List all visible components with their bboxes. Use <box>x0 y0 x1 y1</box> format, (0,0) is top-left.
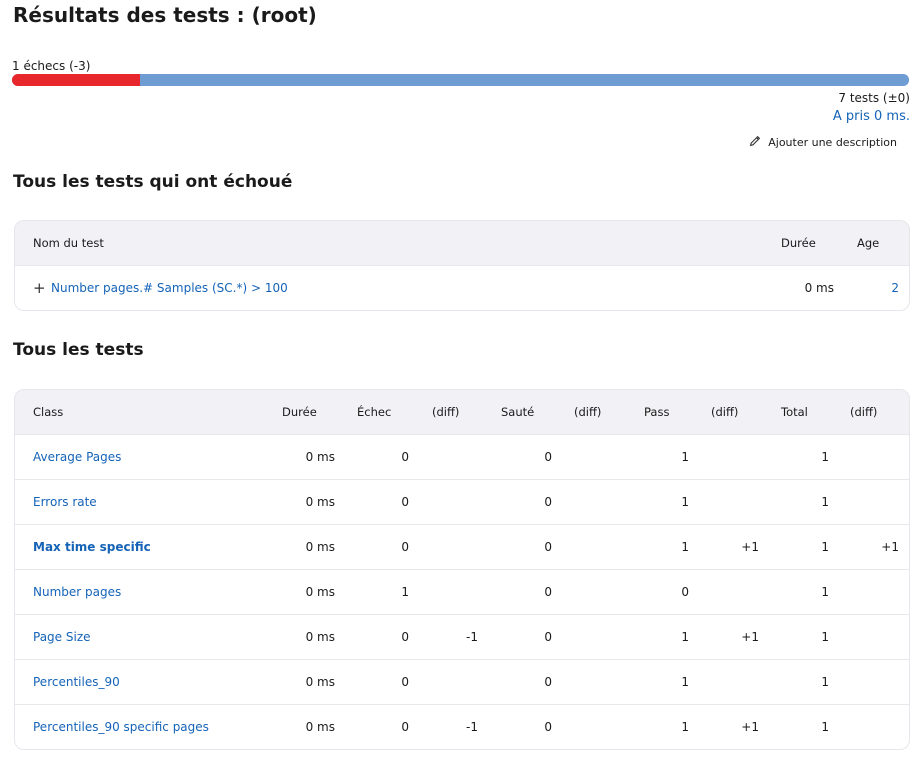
header-pass[interactable]: Pass <box>644 390 669 434</box>
class-link[interactable]: Percentiles_90 <box>33 660 120 704</box>
table-row: Percentiles_90 specific pages 0 ms 0 -1 0 1 +1… <box>15 704 909 749</box>
skip-count: 0 <box>544 630 552 644</box>
pass-diff: +1 <box>741 540 759 554</box>
table-row: + Number pages.# Samples (SC.*) > 100 0 ms… <box>15 265 909 310</box>
fail-diff: -1 <box>466 720 478 734</box>
pencil-icon <box>748 134 762 151</box>
pass-count: 1 <box>681 540 689 554</box>
add-description-button[interactable]: Ajouter une description <box>748 134 897 151</box>
table-row: Average Pages 0 ms 0 0 1 1 <box>15 434 909 479</box>
fail-count: 0 <box>401 495 409 509</box>
header-duration[interactable]: Durée <box>282 390 317 434</box>
total-count: 1 <box>821 720 829 734</box>
progress-bar-passed-segment <box>140 74 909 86</box>
pass-count: 1 <box>681 450 689 464</box>
header-total[interactable]: Total <box>781 390 808 434</box>
pass-count: 1 <box>681 675 689 689</box>
failed-tests-heading: Tous les tests qui ont échoué <box>13 172 293 192</box>
fail-count: 0 <box>401 540 409 554</box>
fail-count: 0 <box>401 630 409 644</box>
table-row: Percentiles_90 0 ms 0 0 1 1 <box>15 659 909 704</box>
pass-count: 1 <box>681 630 689 644</box>
header-age[interactable]: Age <box>857 221 879 265</box>
header-class[interactable]: Class <box>33 390 63 434</box>
duration-value: 0 ms <box>305 585 335 599</box>
total-count: 1 <box>821 630 829 644</box>
duration-value: 0 ms <box>305 495 335 509</box>
table-row: Number pages 0 ms 1 0 0 1 <box>15 569 909 614</box>
header-skip[interactable]: Sauté <box>501 390 534 434</box>
header-fail[interactable]: Échec <box>357 390 391 434</box>
fail-count: 1 <box>401 585 409 599</box>
table-row: Page Size 0 ms 0 -1 0 1 +1 1 <box>15 614 909 659</box>
expand-icon[interactable]: + <box>33 266 46 310</box>
skip-count: 0 <box>544 720 552 734</box>
total-count: 1 <box>821 585 829 599</box>
total-count: 1 <box>821 495 829 509</box>
duration-value: 0 ms <box>305 450 335 464</box>
header-duration[interactable]: Durée <box>781 221 816 265</box>
page-title: Résultats des tests : (root) <box>13 3 317 27</box>
class-link[interactable]: Number pages <box>33 570 121 614</box>
fail-summary: 1 échecs (-3) <box>12 59 91 73</box>
skip-count: 0 <box>544 540 552 554</box>
add-description-label: Ajouter une description <box>768 136 897 149</box>
skip-count: 0 <box>544 450 552 464</box>
test-results-progress-bar <box>12 74 909 86</box>
total-count: 1 <box>821 450 829 464</box>
header-total-diff[interactable]: (diff) <box>850 390 877 434</box>
duration-value: 0 ms <box>305 720 335 734</box>
failed-test-link[interactable]: Number pages.# Samples (SC.*) > 100 <box>51 266 288 310</box>
all-tests-heading: Tous les tests <box>13 340 144 360</box>
skip-count: 0 <box>544 495 552 509</box>
class-link[interactable]: Percentiles_90 specific pages <box>33 705 209 749</box>
progress-bar-failed-segment <box>12 74 140 86</box>
skip-count: 0 <box>544 675 552 689</box>
pass-diff: +1 <box>741 630 759 644</box>
fail-diff: -1 <box>466 630 478 644</box>
tests-count: 7 tests (±0) <box>838 91 910 105</box>
pass-count: 1 <box>681 720 689 734</box>
age-link[interactable]: 2 <box>891 266 899 310</box>
took-duration-link[interactable]: A pris 0 ms. <box>833 109 910 124</box>
duration-value: 0 ms <box>305 675 335 689</box>
duration-value: 0 ms <box>305 630 335 644</box>
total-count: 1 <box>821 675 829 689</box>
pass-count: 1 <box>681 495 689 509</box>
table-row: Errors rate 0 ms 0 0 1 1 <box>15 479 909 524</box>
table-row: Max time specific 0 ms 0 0 1 +1 1 +1 <box>15 524 909 569</box>
fail-count: 0 <box>401 720 409 734</box>
header-pass-diff[interactable]: (diff) <box>711 390 738 434</box>
class-link[interactable]: Page Size <box>33 615 91 659</box>
pass-count: 0 <box>681 585 689 599</box>
fail-count: 0 <box>401 450 409 464</box>
duration-value: 0 ms <box>804 281 834 295</box>
header-test-name[interactable]: Nom du test <box>33 221 104 265</box>
all-tests-table: Class Durée Échec (diff) Sauté (diff) Pa… <box>14 389 910 750</box>
skip-count: 0 <box>544 585 552 599</box>
failed-tests-table: Nom du test Durée Age + Number pages.# Sa… <box>14 220 910 311</box>
class-link[interactable]: Errors rate <box>33 480 97 524</box>
failed-tests-header: Nom du test Durée Age <box>15 221 909 265</box>
header-fail-diff[interactable]: (diff) <box>432 390 459 434</box>
class-link[interactable]: Max time specific <box>33 525 151 569</box>
all-tests-header: Class Durée Échec (diff) Sauté (diff) Pa… <box>15 390 909 434</box>
class-link[interactable]: Average Pages <box>33 435 121 479</box>
fail-count: 0 <box>401 675 409 689</box>
total-count: 1 <box>821 540 829 554</box>
header-skip-diff[interactable]: (diff) <box>574 390 601 434</box>
duration-value: 0 ms <box>305 540 335 554</box>
total-diff: +1 <box>881 540 899 554</box>
pass-diff: +1 <box>741 720 759 734</box>
